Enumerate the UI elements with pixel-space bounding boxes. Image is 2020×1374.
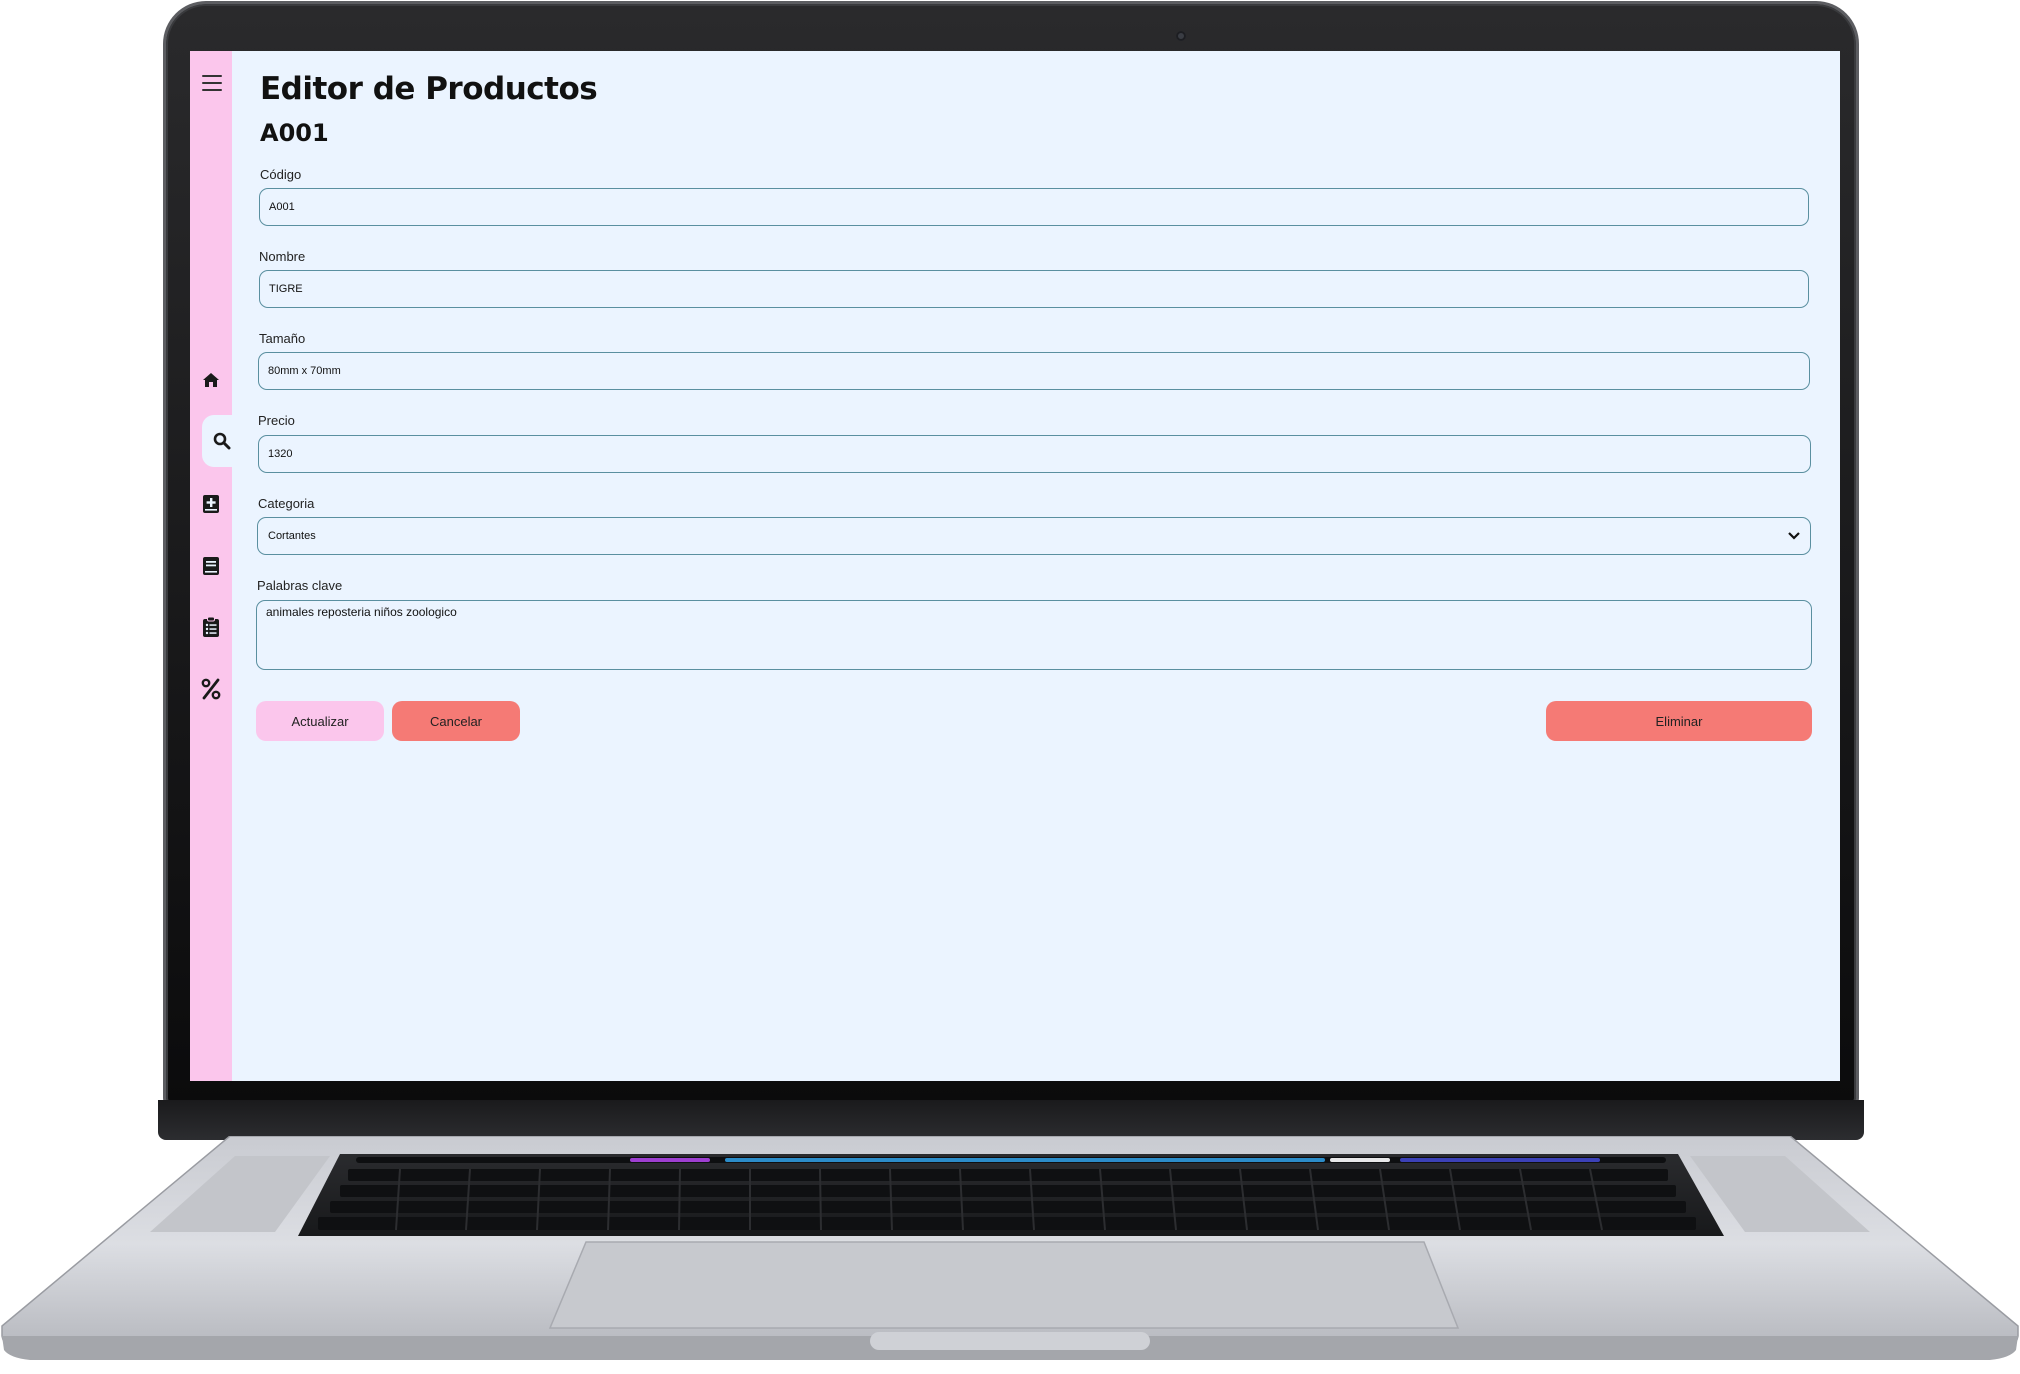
actualizar-button[interactable]: Actualizar (256, 701, 384, 741)
codigo-label: Código (260, 167, 302, 182)
sidebar-item-add-product[interactable] (196, 489, 226, 519)
sidebar-item-discounts[interactable] (196, 674, 226, 704)
nombre-input[interactable] (259, 270, 1809, 308)
precio-label: Precio (258, 413, 295, 428)
webcam (1176, 31, 1186, 41)
chevron-down-icon (1788, 532, 1800, 540)
search-icon (213, 432, 231, 450)
categoria-label: Categoria (258, 496, 315, 511)
laptop-base (0, 1136, 2020, 1374)
page-title: Editor de Productos (260, 71, 598, 107)
sidebar-item-catalog[interactable] (196, 551, 226, 581)
hamburger-menu-icon[interactable] (202, 75, 222, 91)
percent-icon (201, 678, 221, 700)
sidebar-item-orders[interactable] (196, 612, 226, 642)
nombre-label: Nombre (259, 249, 306, 264)
sidebar-item-search[interactable] (202, 415, 242, 467)
clipboard-list-icon (203, 616, 219, 637)
palabras-clave-textarea[interactable]: animales reposteria niños zoologico (256, 600, 1812, 670)
app-screen: Editor de Productos A001 Código Nombre T… (190, 51, 1840, 1081)
sidebar (190, 51, 242, 1081)
tamano-input[interactable] (258, 352, 1810, 390)
product-code-heading: A001 (260, 119, 329, 147)
categoria-selected-value: Cortantes (268, 530, 316, 542)
tamano-label: Tamaño (259, 331, 306, 346)
sidebar-item-home[interactable] (196, 365, 226, 395)
add-book-icon (203, 495, 219, 513)
palabras-clave-label: Palabras clave (257, 578, 343, 593)
keyboard-illustration (1, 1136, 2019, 1360)
book-icon (203, 557, 219, 575)
eliminar-button[interactable]: Eliminar (1546, 701, 1812, 741)
home-icon (203, 373, 219, 387)
laptop-mockup: Editor de Productos A001 Código Nombre T… (0, 0, 2020, 1374)
laptop-hinge (158, 1100, 1864, 1140)
codigo-input[interactable] (259, 188, 1809, 226)
cancelar-button[interactable]: Cancelar (392, 701, 520, 741)
precio-input[interactable] (258, 435, 1811, 473)
categoria-select[interactable]: Cortantes (257, 517, 1811, 555)
